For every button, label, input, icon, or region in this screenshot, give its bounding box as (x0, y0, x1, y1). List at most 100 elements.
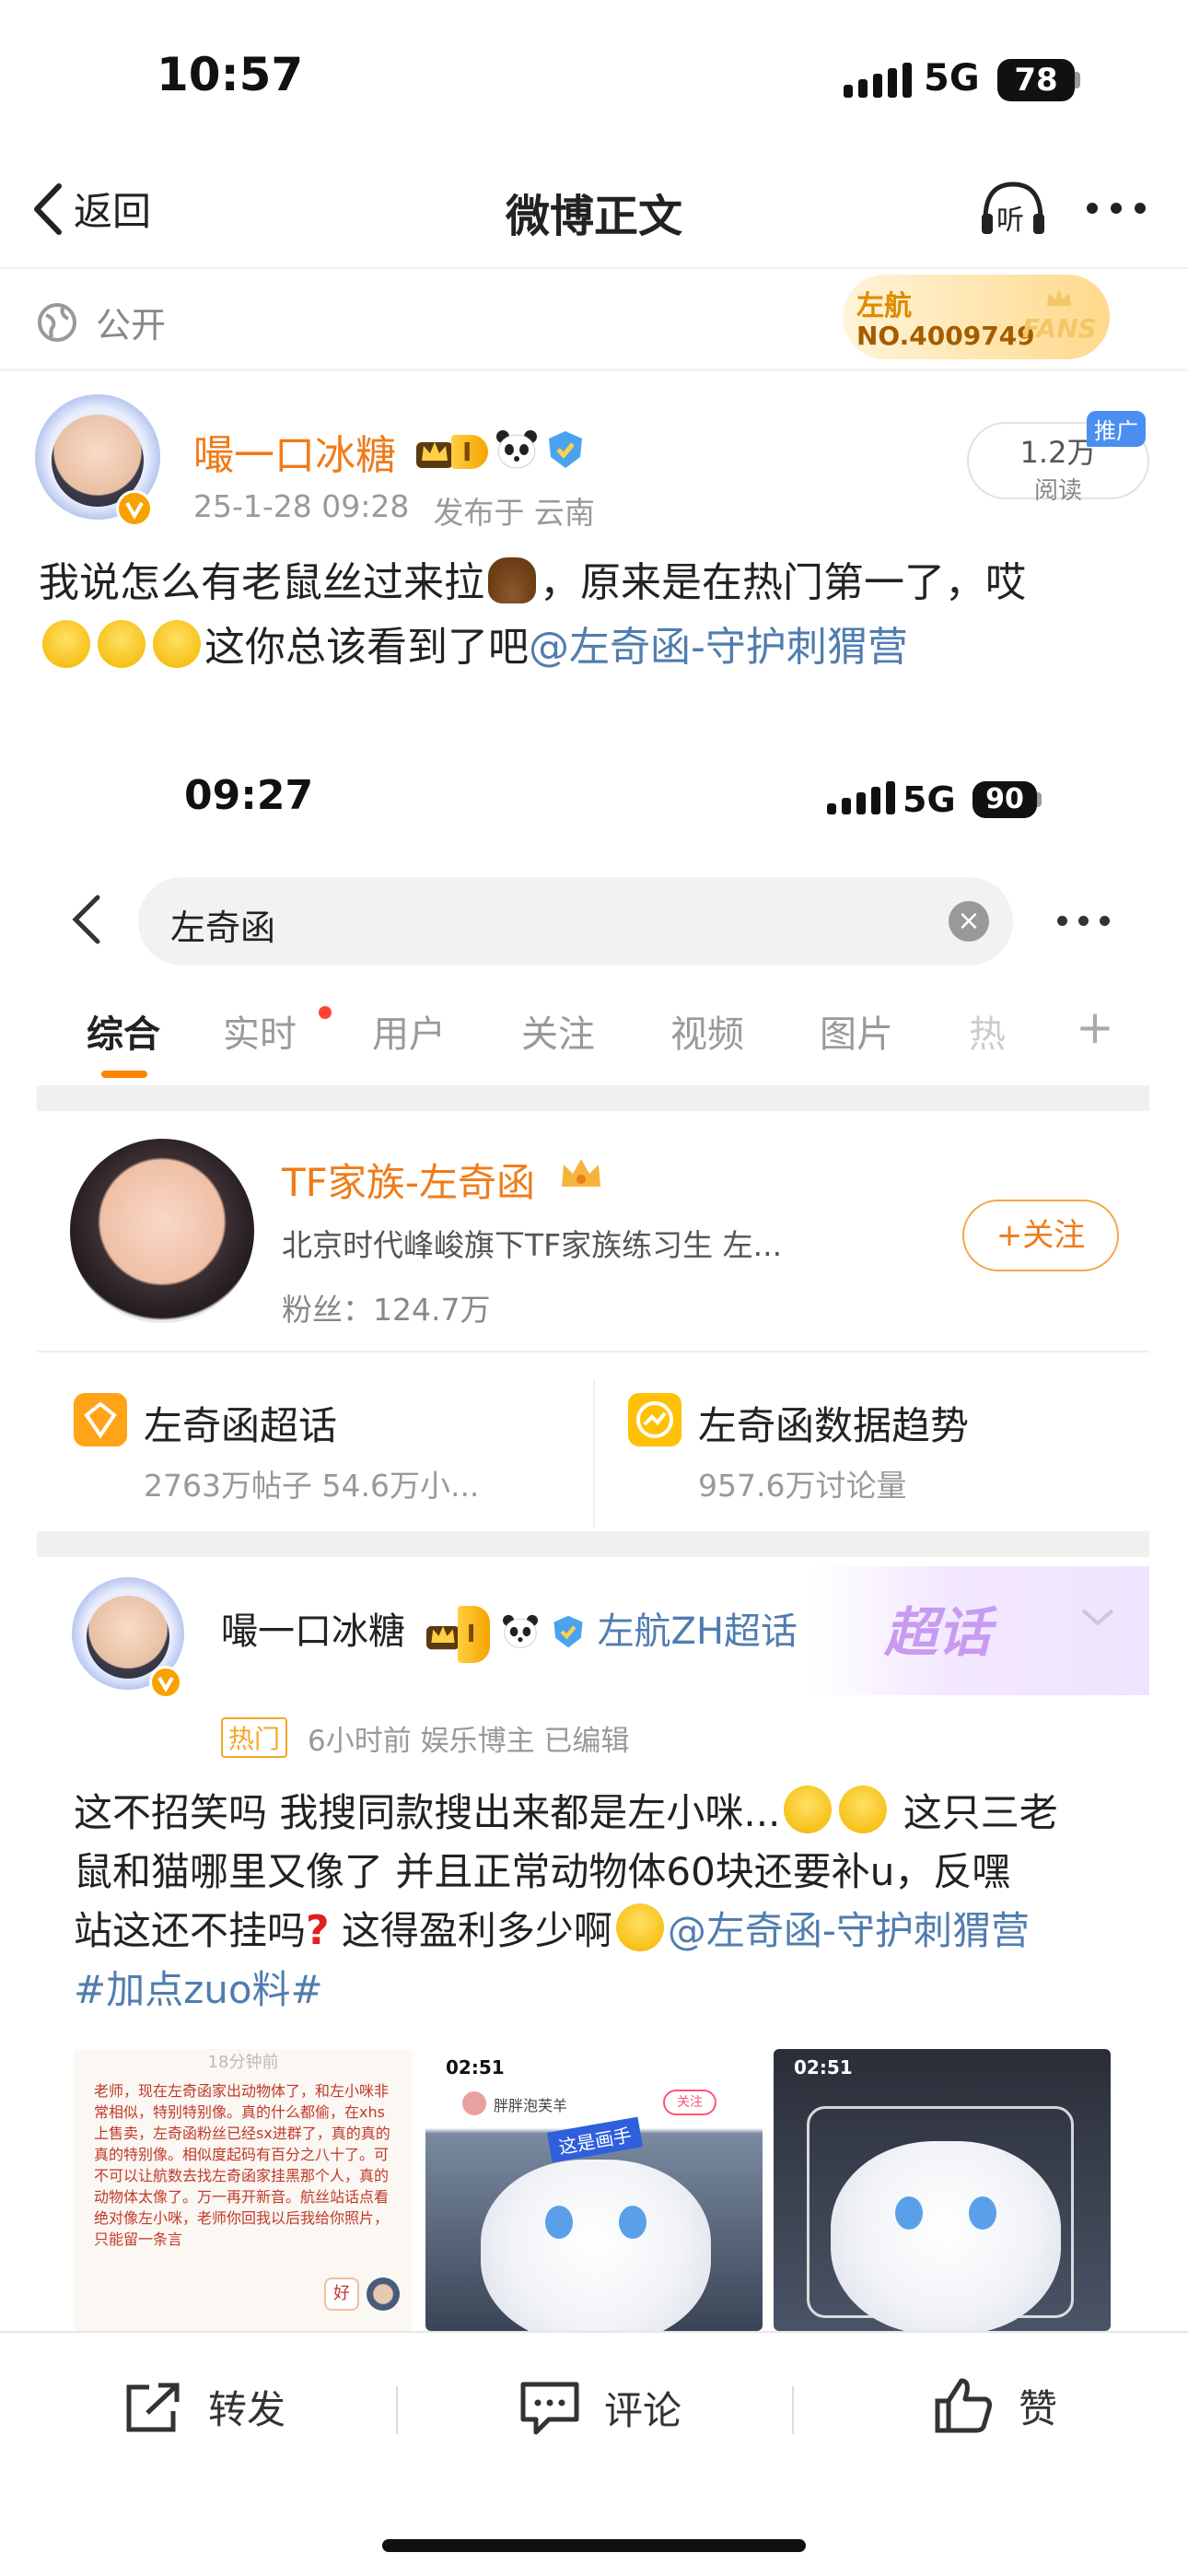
embedded-search-text: 左奇函 (170, 907, 276, 948)
section-divider (0, 369, 1188, 371)
face-emoji-icon (42, 620, 90, 668)
thumb-username: 胖胖泡芙羊 (494, 2097, 568, 2114)
embedded-post-author: 嘬一口冰糖 (221, 1610, 405, 1653)
plush-eye (895, 2196, 923, 2230)
post-meta: 25-1-28 09:28 发布于 云南 (193, 488, 595, 533)
image-thumbnail: 02:51 (774, 2049, 1111, 2331)
card-vertical-divider (593, 1380, 595, 1528)
embedded-post-author-row: 嘬一口冰糖 I 左航ZH超话 (221, 1603, 810, 1663)
repost-label: 转发 (208, 2387, 286, 2432)
embedded-gray-band (37, 1531, 1149, 1557)
plush-toy-image (481, 2160, 711, 2331)
nav-divider (0, 267, 1188, 269)
hot-tag: 热门 (221, 1717, 288, 1758)
network-label: 5G (924, 57, 980, 100)
embedded-hashtag-link: #加点zuo料# (74, 1967, 323, 2012)
fans-badge-number: NO.4009749 (856, 321, 1035, 351)
embedded-post-text-part: 这不招笑吗 我搜同款搜出来都是左小咪... (74, 1790, 781, 1835)
avatar-image (87, 1596, 169, 1679)
fans-badge-name: 左航 (856, 290, 912, 322)
embedded-mention-link: @左奇函-守护刺猬营 (667, 1908, 1031, 1953)
globe-icon (38, 302, 76, 342)
tab-underline (101, 1071, 147, 1078)
embedded-battery-tip-icon (1037, 792, 1042, 807)
post-text: 我说怎么有老鼠丝过来拉 ，原来是在热门第一了，哎 这你总该看到了吧@左奇函-守护刺… (39, 551, 1153, 680)
clear-icon: × (949, 901, 989, 942)
question-mark-icon: ? (306, 1907, 330, 1954)
more-button[interactable] (1087, 203, 1146, 214)
verified-icon (149, 1666, 182, 1699)
weibo-post-page: 10:57 5G 78 返回 微博正文 听 公开 左航 NO.4009749 F… (0, 0, 1188, 2576)
crown-icon (1045, 287, 1073, 308)
comment-icon (520, 2382, 579, 2435)
embedded-tabs: 综合 实时 用户 关注 视频 图片 热 (74, 1004, 1042, 1058)
embedded-tab: 热 (969, 1013, 1006, 1056)
embedded-post-meta: 6小时前 娱乐博主 已编辑 (308, 1725, 630, 1758)
link-card-title: 左奇函超话 (144, 1403, 338, 1448)
embedded-user-name: TF家族-左奇函 (282, 1160, 535, 1205)
embedded-tab: 实时 (223, 1013, 297, 1056)
crown-icon (558, 1155, 604, 1196)
embedded-post-text-part: 这只三老 (891, 1790, 1058, 1835)
thumb-avatar (462, 2091, 486, 2115)
thumb-follow: 关注 (663, 2090, 716, 2115)
card-divider (37, 1351, 1149, 1352)
thumbs-up-icon (935, 2378, 992, 2433)
read-label: 阅读 (1033, 477, 1082, 505)
share-icon (126, 2383, 180, 2431)
status-time: 10:57 (157, 48, 304, 101)
embedded-status-time: 09:27 (184, 772, 314, 819)
author-name[interactable]: 嘬一口冰糖 (193, 422, 396, 481)
embedded-tab: 用户 (372, 1013, 446, 1056)
embedded-user-desc: 北京时代峰峻旗下TF家族练习生 左... (282, 1227, 783, 1263)
verified-icon (116, 490, 153, 527)
fans-badge-tag: FANS (1022, 313, 1097, 344)
author-name-row: 嘬一口冰糖 I (193, 422, 586, 481)
post-location: 发布于 云南 (433, 495, 595, 531)
visibility-label: 公开 (96, 305, 167, 345)
embedded-post-text-part: 站这还不挂吗 (74, 1908, 307, 1953)
thumb-status-time: 02:51 (446, 2056, 505, 2078)
embedded-tab: 关注 (521, 1013, 595, 1056)
embedded-signal-icon (827, 781, 895, 814)
face-emoji-icon (153, 620, 201, 668)
red-dot-icon (319, 1006, 332, 1019)
comment-button[interactable]: 评论 (518, 2379, 681, 2436)
post-text-part: 这你总该看到了吧 (204, 624, 529, 671)
plush-eye (545, 2206, 573, 2239)
panda-icon (503, 1614, 539, 1648)
member-level: I (451, 434, 489, 469)
link-card-sub: 2763万帖子 54.6万小... (144, 1468, 480, 1504)
like-button[interactable]: 赞 (932, 2375, 1057, 2436)
embedded-battery: 90 (973, 781, 1037, 818)
embedded-follow-button: +关注 (962, 1200, 1119, 1271)
comment-label: 评论 (604, 2387, 682, 2433)
embedded-back-icon (68, 892, 105, 951)
face-emoji-icon (784, 1786, 833, 1833)
poop-emoji-icon (488, 557, 536, 603)
promo-badge[interactable]: 推广 (1087, 411, 1146, 447)
bar-divider (396, 2386, 398, 2434)
repost-button[interactable]: 转发 (122, 2379, 285, 2435)
signal-icon (844, 61, 912, 98)
home-indicator (382, 2539, 806, 2552)
embedded-supertopic-link: 左航ZH超话 (597, 1610, 798, 1653)
post-time: 25-1-28 09:28 (193, 488, 410, 524)
embedded-post-text-part: 这得盈利多少啊 (329, 1908, 612, 1953)
image-thumbnail: 18分钟前 老师，现在左奇函家出动物体了，和左小咪非常相似，特别特别像。真的什么… (74, 2049, 413, 2331)
embedded-user-avatar (70, 1139, 254, 1323)
panda-icon (495, 429, 538, 474)
embedded-network-label: 5G (903, 779, 956, 820)
listen-button[interactable]: 听 (976, 175, 1050, 240)
supertopic-icon (74, 1393, 127, 1446)
note-header: 18分钟前 (207, 2053, 279, 2072)
mention-link[interactable]: @左奇函-守护刺猬营 (529, 624, 908, 671)
plus-icon: + (1076, 1001, 1114, 1054)
embedded-post-text: 这不招笑吗 我搜同款搜出来都是左小咪... 这只三老 鼠和猫哪里又像了 并且正常… (74, 1784, 1124, 2020)
like-label: 赞 (1019, 2385, 1058, 2431)
link-card-sub: 957.6万讨论量 (698, 1468, 907, 1504)
member-level-badge: I (414, 433, 489, 470)
plush-toy-image (831, 2141, 1061, 2331)
trend-chart-icon (628, 1393, 681, 1446)
face-emoji-icon (98, 620, 146, 668)
